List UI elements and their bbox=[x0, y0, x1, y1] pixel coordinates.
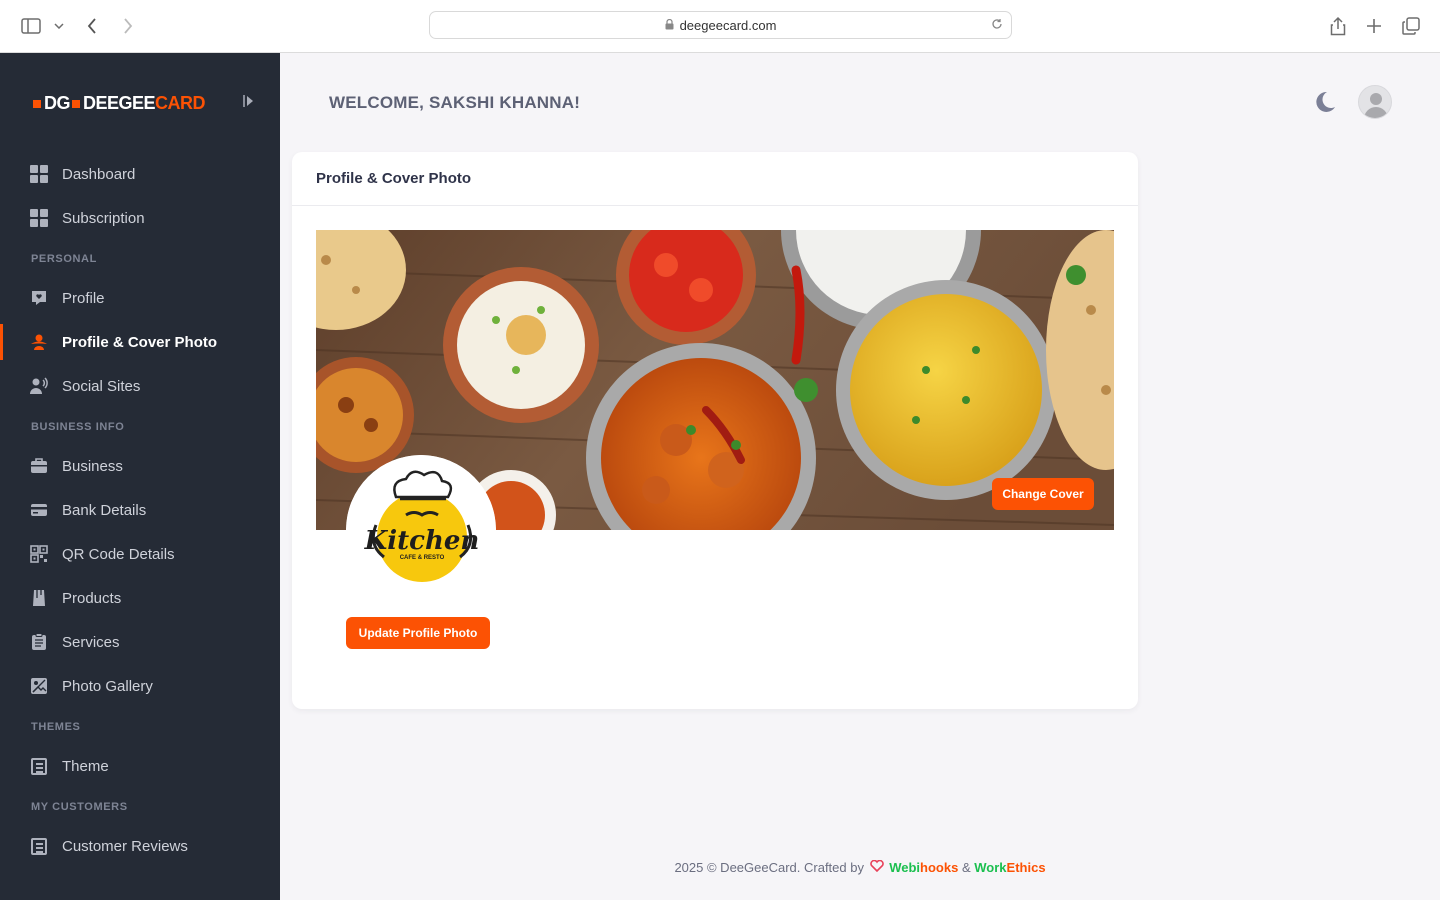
products-icon bbox=[30, 589, 48, 607]
sidebar-item-business[interactable]: Business bbox=[0, 446, 280, 486]
back-icon[interactable] bbox=[80, 14, 104, 38]
footer: 2025 © DeeGeeCard. Crafted by Webihooks … bbox=[280, 859, 1440, 875]
briefcase-icon bbox=[30, 457, 48, 475]
sidebar-item-label: Products bbox=[62, 589, 122, 607]
footer-ampersand: & bbox=[961, 860, 971, 875]
subscription-icon bbox=[30, 209, 48, 227]
logo-mark-text: DG bbox=[44, 93, 71, 113]
social-sites-icon bbox=[30, 377, 48, 395]
sidebar-item-label: Profile bbox=[62, 289, 105, 307]
theme-icon bbox=[30, 757, 48, 775]
sidebar-item-label: QR Code Details bbox=[62, 545, 175, 563]
sidebar-item-theme[interactable]: Theme bbox=[0, 746, 280, 786]
address-bar[interactable]: deegeecard.com bbox=[429, 11, 1012, 39]
cover-photo-icon bbox=[30, 333, 48, 351]
avatar-body-shape bbox=[1364, 107, 1388, 118]
section-heading-personal: PERSONAL bbox=[31, 253, 97, 265]
sidebar-collapse-icon[interactable] bbox=[242, 94, 256, 111]
logo-mark-shape bbox=[33, 99, 41, 108]
sidebar-item-social-sites[interactable]: Social Sites bbox=[0, 366, 280, 406]
avatar[interactable] bbox=[1358, 85, 1392, 119]
section-heading-my-customers: MY CUSTOMERS bbox=[31, 801, 128, 813]
sidebar-item-qr-code-details[interactable]: QR Code Details bbox=[0, 534, 280, 574]
logo-word-1: DEEGEE bbox=[83, 93, 156, 113]
card-title: Profile & Cover Photo bbox=[316, 170, 472, 187]
sidebar-item-label: Theme bbox=[62, 757, 109, 775]
lock-icon bbox=[665, 18, 674, 33]
qr-code-icon bbox=[30, 545, 48, 563]
sidebar-item-label: Social Sites bbox=[62, 377, 141, 395]
reload-icon[interactable] bbox=[991, 18, 1003, 33]
url-text: deegeecard.com bbox=[679, 17, 777, 33]
heart-icon bbox=[869, 859, 888, 875]
sidebar: DG DEEGEE CARD Dashboard Subscription PER… bbox=[0, 53, 280, 900]
sidebar-item-photo-gallery[interactable]: Photo Gallery bbox=[0, 666, 280, 706]
change-cover-button[interactable]: Change Cover bbox=[992, 478, 1094, 510]
footer-copyright: 2025 © DeeGeeCard. Crafted by bbox=[674, 860, 864, 875]
sidebar-toggle-icon[interactable] bbox=[19, 14, 43, 38]
dashboard-icon bbox=[30, 165, 48, 183]
footer-link-webihooks[interactable]: Webihooks bbox=[889, 860, 958, 875]
share-icon[interactable] bbox=[1326, 14, 1350, 38]
tabs-overview-icon[interactable] bbox=[1399, 14, 1423, 38]
browser-toolbar: deegeecard.com bbox=[0, 0, 1440, 53]
footer-link-workethics[interactable]: WorkEthics bbox=[974, 860, 1045, 875]
new-tab-icon[interactable] bbox=[1362, 14, 1386, 38]
card-divider bbox=[292, 205, 1138, 206]
profile-icon bbox=[30, 289, 48, 307]
sidebar-item-label: Business bbox=[62, 457, 123, 475]
photo-gallery-icon bbox=[30, 677, 48, 695]
chevron-down-icon[interactable] bbox=[50, 14, 68, 38]
profile-cover-card: Profile & Cover Photo Change Cover Kitch… bbox=[292, 152, 1138, 709]
sidebar-item-label: Bank Details bbox=[62, 501, 147, 519]
sidebar-item-subscription[interactable]: Subscription bbox=[0, 198, 280, 238]
sidebar-item-products[interactable]: Products bbox=[0, 578, 280, 618]
sidebar-item-profile[interactable]: Profile bbox=[0, 278, 280, 318]
moon-icon[interactable] bbox=[1313, 90, 1337, 114]
welcome-heading: WELCOME, SAKSHI KHANNA! bbox=[329, 93, 581, 112]
brand-logo[interactable]: DG DEEGEE CARD bbox=[31, 93, 206, 114]
logo-word-2: CARD bbox=[155, 93, 206, 113]
sidebar-item-label: Subscription bbox=[62, 209, 145, 227]
services-icon bbox=[30, 633, 48, 651]
sidebar-item-dashboard[interactable]: Dashboard bbox=[0, 154, 280, 194]
profile-photo: Kitchen CAFE & RESTO bbox=[346, 455, 496, 605]
update-profile-photo-button[interactable]: Update Profile Photo bbox=[346, 617, 490, 649]
sidebar-item-label: Profile & Cover Photo bbox=[62, 333, 218, 351]
sidebar-item-services[interactable]: Services bbox=[0, 622, 280, 662]
logo-mark-shape bbox=[72, 99, 80, 108]
section-heading-themes: THEMES bbox=[31, 721, 81, 733]
forward-icon[interactable] bbox=[116, 14, 140, 38]
kitchen-logo-image: Kitchen CAFE & RESTO bbox=[346, 455, 496, 605]
sidebar-item-label: Photo Gallery bbox=[62, 677, 153, 695]
sidebar-item-label: Dashboard bbox=[62, 165, 136, 183]
reviews-icon bbox=[30, 837, 48, 855]
sidebar-item-bank-details[interactable]: Bank Details bbox=[0, 490, 280, 530]
section-heading-business-info: BUSINESS INFO bbox=[31, 421, 125, 433]
bank-card-icon bbox=[30, 501, 48, 519]
profile-logo-text: Kitchen bbox=[364, 526, 480, 556]
sidebar-item-label: Services bbox=[62, 633, 120, 651]
profile-logo-subtext: CAFE & RESTO bbox=[400, 555, 445, 561]
avatar-head-shape bbox=[1370, 93, 1382, 105]
sidebar-item-customer-reviews[interactable]: Customer Reviews bbox=[0, 826, 280, 866]
sidebar-item-profile-cover-photo[interactable]: Profile & Cover Photo bbox=[0, 322, 280, 362]
sidebar-item-label: Customer Reviews bbox=[62, 837, 188, 855]
